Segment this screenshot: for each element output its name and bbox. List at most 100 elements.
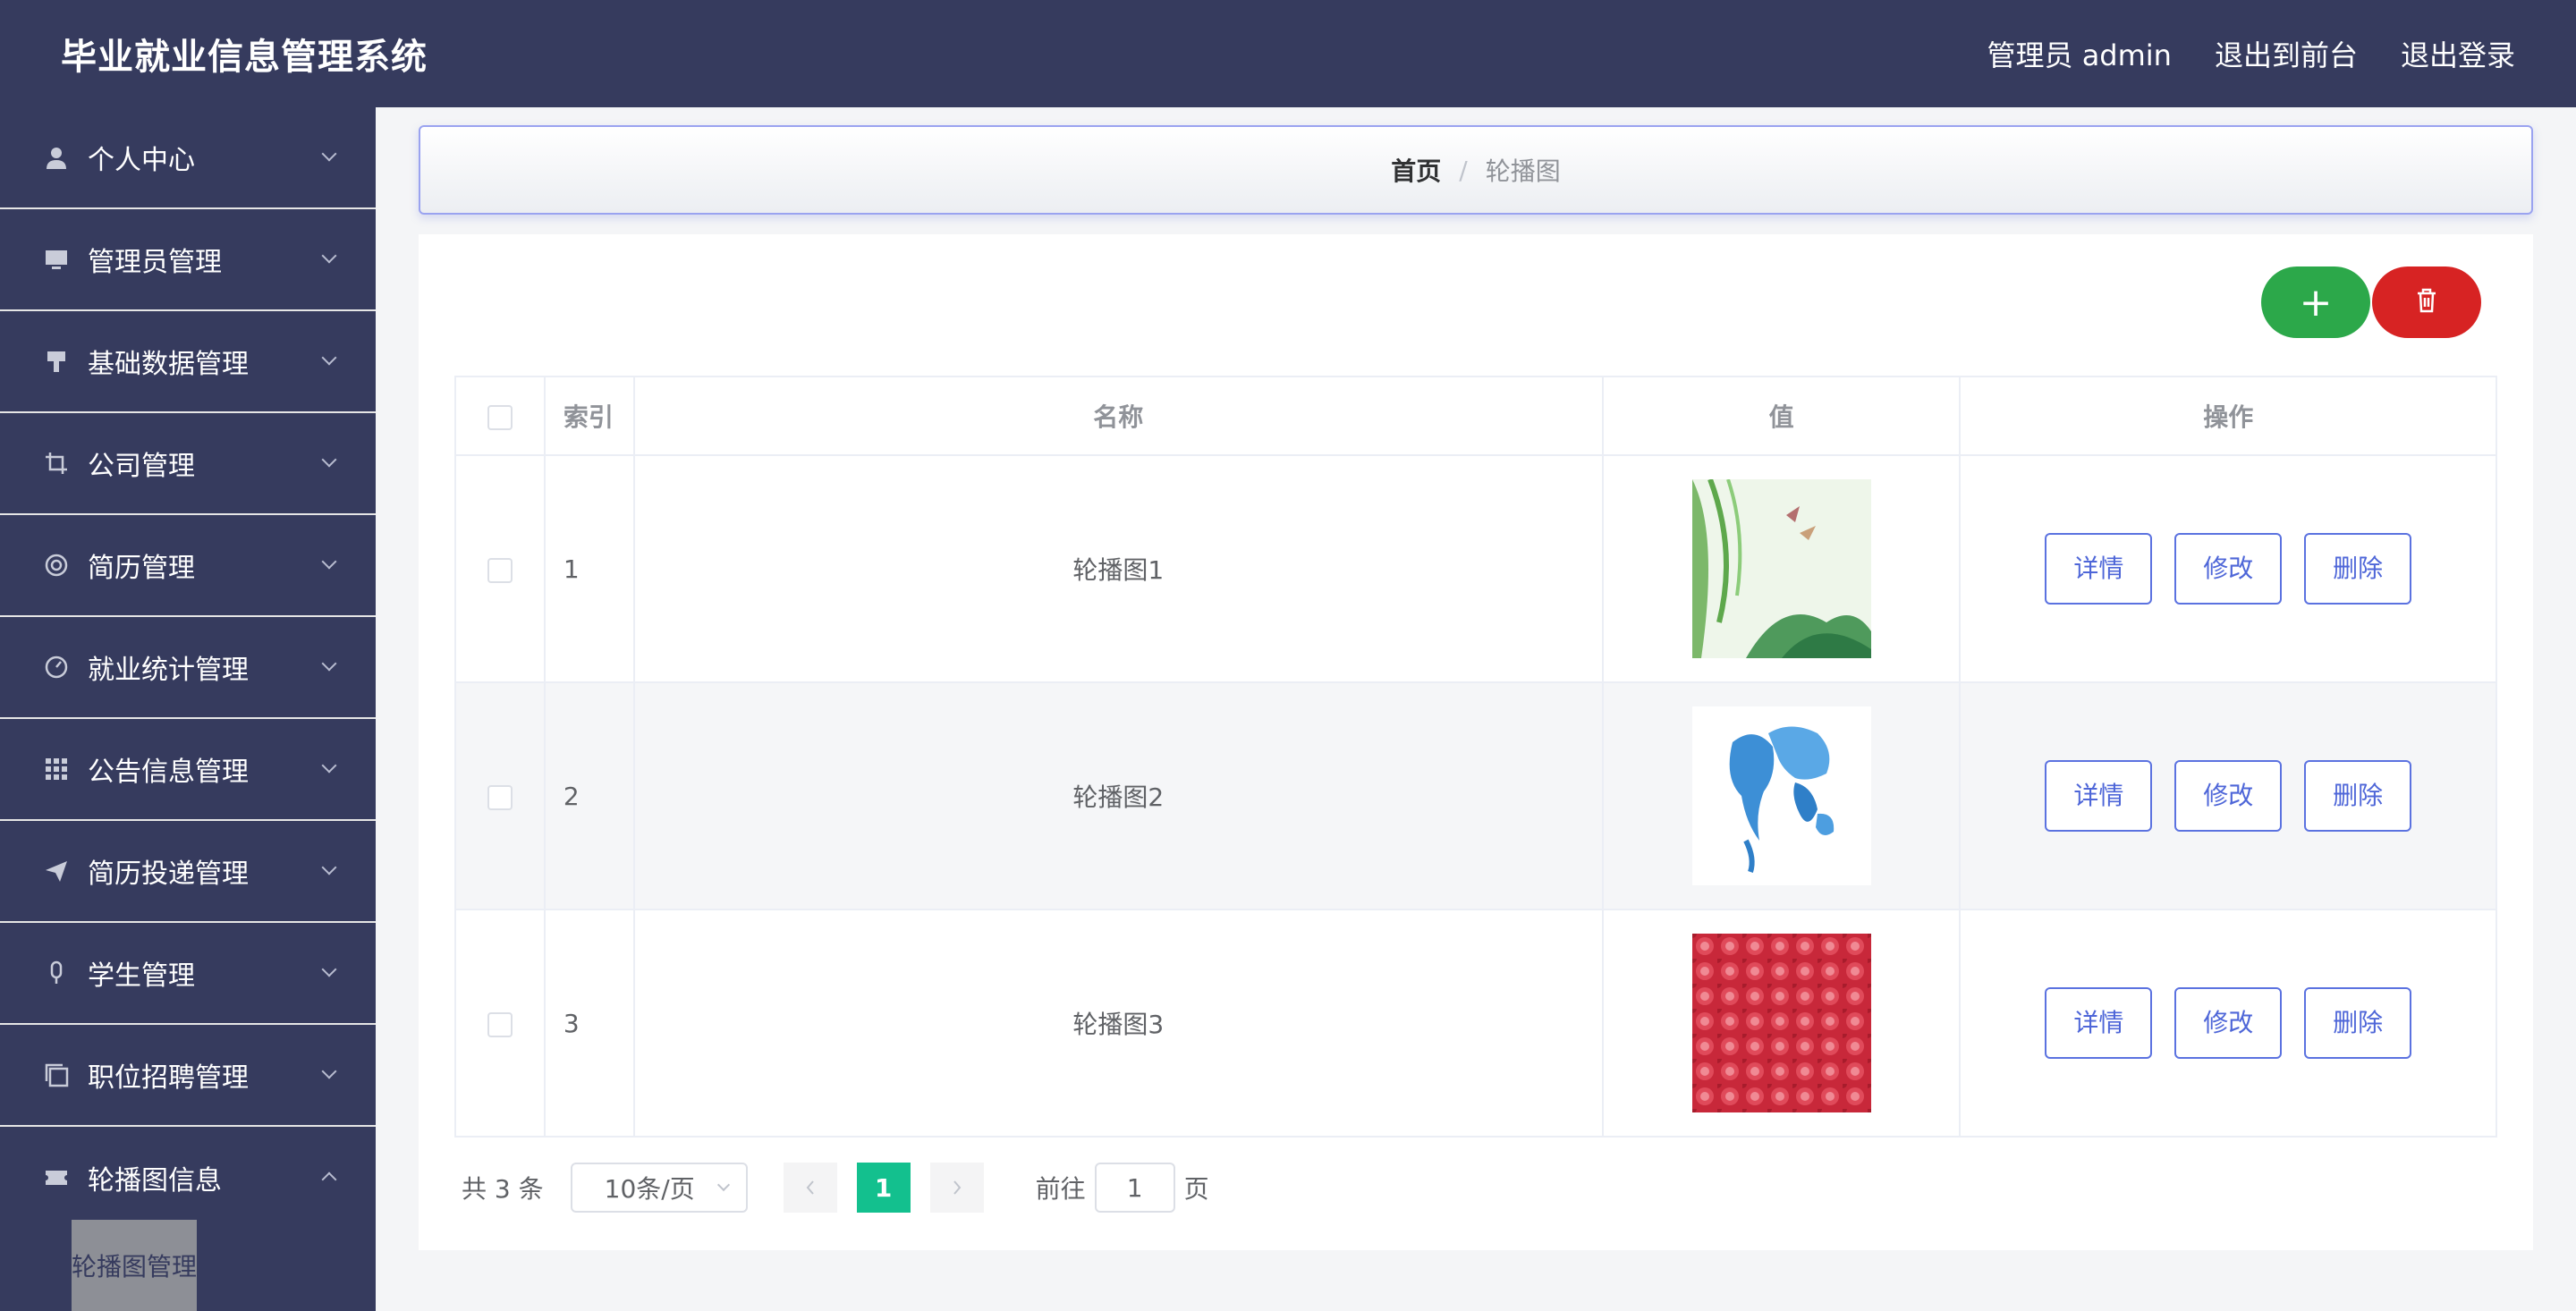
chevron-down-icon (321, 1063, 337, 1079)
detail-button[interactable]: 详情 (2045, 533, 2153, 605)
chevron-down-icon (321, 146, 337, 162)
logout-link[interactable]: 退出登录 (2401, 33, 2515, 74)
sidebar-item-employment-stats[interactable]: 就业统计管理 (0, 617, 376, 719)
chevron-left-icon (804, 1173, 817, 1203)
sidebar-item-carousel[interactable]: 轮播图信息 (0, 1127, 376, 1229)
pagination-total: 共 3 条 (462, 1174, 544, 1204)
chevron-down-icon (321, 859, 337, 875)
breadcrumb-current: 轮播图 (1485, 156, 1561, 186)
edit-button[interactable]: 修改 (2174, 760, 2283, 832)
chevron-down-icon (321, 961, 337, 977)
column-header-name: 名称 (632, 376, 1604, 456)
row-checkbox[interactable] (487, 1011, 513, 1037)
header-actions: 管理员 admin 退出到前台 退出登录 (1987, 33, 2515, 74)
user-icon (43, 144, 70, 171)
sidebar-item-label: 职位招聘管理 (88, 1062, 249, 1094)
batch-delete-button[interactable] (2372, 266, 2481, 338)
exit-to-front-link[interactable]: 退出到前台 (2215, 33, 2358, 74)
chevron-down-icon (321, 452, 337, 468)
goto-page-input[interactable] (1094, 1163, 1175, 1213)
chevron-down-icon (321, 248, 337, 264)
main-content: 首页 / 轮播图 + 索引 名称 值 操作 1 轮播图1 详情 修改 删除 2 … (376, 107, 2576, 1311)
sidebar-item-resume[interactable]: 简历管理 (0, 515, 376, 617)
prev-page-button[interactable] (783, 1163, 837, 1213)
page-size-value: 10条/页 (604, 1174, 695, 1204)
sidebar-item-students[interactable]: 学生管理 (0, 923, 376, 1025)
delete-button[interactable]: 删除 (2304, 987, 2412, 1059)
goto-label: 前往 (1035, 1174, 1086, 1204)
row-value-cell (1601, 909, 1962, 1138)
sidebar-item-company[interactable]: 公司管理 (0, 413, 376, 515)
column-header-index: 索引 (543, 376, 635, 456)
detail-button[interactable]: 详情 (2045, 987, 2153, 1059)
sidebar-item-announcement[interactable]: 公告信息管理 (0, 719, 376, 821)
sidebar-item-label: 就业统计管理 (88, 655, 249, 686)
page-suffix: 页 (1183, 1174, 1209, 1204)
sidebar-item-label: 简历投递管理 (88, 858, 249, 890)
carousel-image-thumbnail[interactable] (1691, 934, 1871, 1112)
send-icon (43, 858, 70, 884)
row-actions: 详情 修改 删除 (1959, 909, 2497, 1138)
chevron-down-icon (321, 554, 337, 570)
sidebar-item-resume-delivery[interactable]: 简历投递管理 (0, 821, 376, 923)
select-all-checkbox[interactable] (487, 404, 513, 430)
row-index: 2 (543, 681, 635, 910)
monitor-icon (43, 246, 70, 273)
column-header-value: 值 (1601, 376, 1962, 456)
sidebar-item-basic-data[interactable]: 基础数据管理 (0, 311, 376, 413)
brush-icon (43, 348, 70, 375)
detail-button[interactable]: 详情 (2045, 760, 2153, 832)
lifebuoy-icon (43, 552, 70, 579)
next-page-button[interactable] (929, 1163, 984, 1213)
trash-icon (2414, 287, 2439, 317)
sidebar-item-label: 公司管理 (88, 451, 195, 482)
row-value-cell (1601, 454, 1962, 683)
row-value-cell (1601, 681, 1962, 910)
delete-button[interactable]: 删除 (2304, 760, 2412, 832)
sidebar-subitem-carousel-management[interactable]: 轮播图管理 (72, 1220, 197, 1311)
table-row: 2 轮播图2 详情 修改 删除 (454, 681, 2497, 910)
ticket-icon (43, 1164, 70, 1191)
chevron-down-icon (321, 757, 337, 774)
copy-icon (43, 1061, 70, 1088)
carousel-image-thumbnail[interactable] (1691, 479, 1871, 658)
row-name: 轮播图1 (632, 454, 1604, 683)
app-title: 毕业就业信息管理系统 (61, 37, 428, 78)
row-index: 1 (543, 454, 635, 683)
table-row: 1 轮播图1 详情 修改 删除 (454, 454, 2497, 683)
breadcrumb-separator: / (1459, 155, 1468, 185)
row-actions: 详情 修改 删除 (1959, 454, 2497, 683)
page-size-select[interactable]: 10条/页 (570, 1163, 748, 1213)
delete-button[interactable]: 删除 (2304, 533, 2412, 605)
row-checkbox-cell (454, 909, 546, 1138)
chevron-right-icon (951, 1173, 963, 1203)
row-checkbox[interactable] (487, 784, 513, 810)
chevron-down-icon (321, 656, 337, 672)
top-header: 毕业就业信息管理系统 管理员 admin 退出到前台 退出登录 (0, 0, 2576, 107)
row-name: 轮播图3 (632, 909, 1604, 1138)
add-button[interactable]: + (2261, 266, 2370, 338)
row-checkbox[interactable] (487, 557, 513, 583)
carousel-table: 索引 名称 值 操作 1 轮播图1 详情 修改 删除 2 轮播图2 详情 修改 … (454, 376, 2497, 1138)
sidebar-item-job-recruitment[interactable]: 职位招聘管理 (0, 1025, 376, 1127)
row-name: 轮播图2 (632, 681, 1604, 910)
edit-button[interactable]: 修改 (2174, 533, 2283, 605)
grid-icon (43, 756, 70, 782)
row-actions: 详情 修改 删除 (1959, 681, 2497, 910)
carousel-image-thumbnail[interactable] (1691, 706, 1871, 885)
user-label[interactable]: 管理员 admin (1987, 33, 2172, 74)
page-number-current[interactable]: 1 (856, 1163, 911, 1213)
sidebar-item-label: 简历管理 (88, 553, 195, 584)
chevron-up-icon (321, 1171, 337, 1188)
table-header-row: 索引 名称 值 操作 (454, 376, 2497, 456)
chevron-down-icon (716, 1178, 730, 1192)
sidebar-item-label: 个人中心 (88, 145, 195, 176)
chevron-down-icon (321, 350, 337, 366)
breadcrumb-home[interactable]: 首页 (1391, 152, 1441, 188)
pagination: 共 3 条 10条/页 1 前往 页 (454, 1163, 1209, 1213)
edit-button[interactable]: 修改 (2174, 987, 2283, 1059)
sidebar-item-personal-center[interactable]: 个人中心 (0, 107, 376, 209)
sidebar: 个人中心 管理员管理 基础数据管理 公司管理 简历管理 就业统计管理 公告信息管… (0, 107, 376, 1311)
sidebar-item-label: 公告信息管理 (88, 757, 249, 788)
sidebar-item-admin-management[interactable]: 管理员管理 (0, 209, 376, 311)
